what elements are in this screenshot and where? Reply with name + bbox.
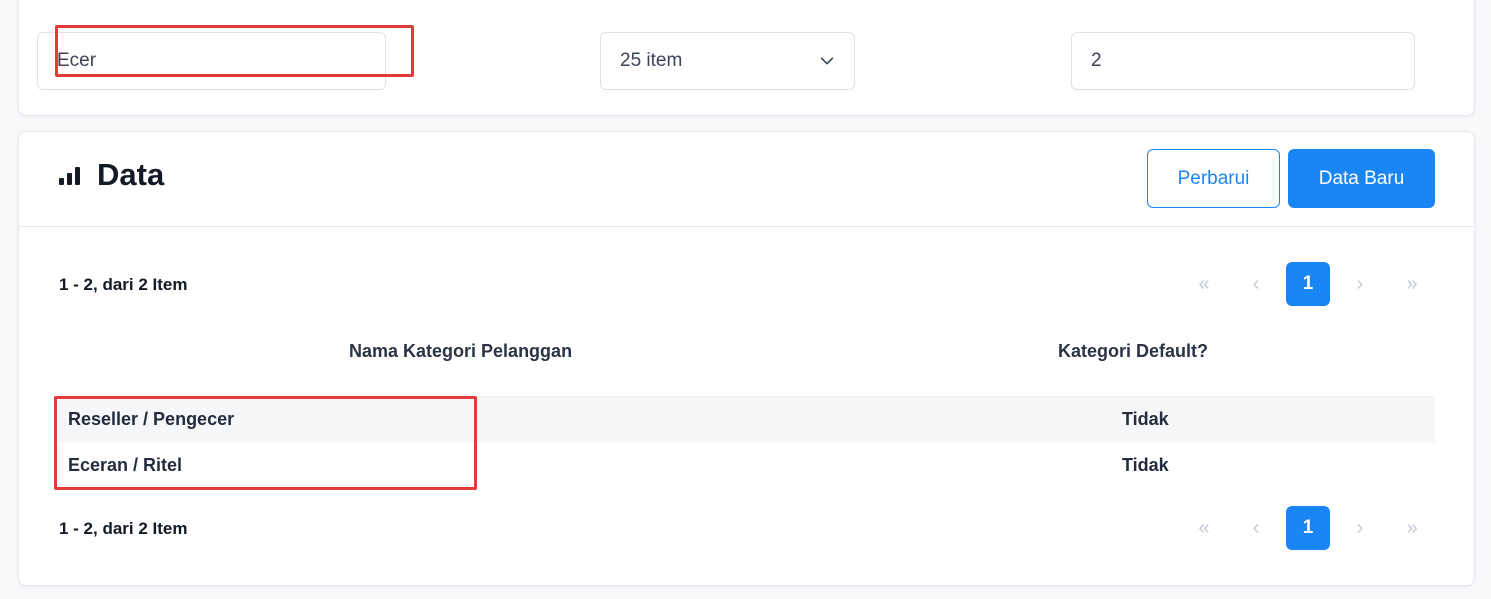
chevron-down-icon xyxy=(820,57,834,65)
data-title: Data xyxy=(97,157,165,192)
new-data-button[interactable]: Data Baru xyxy=(1288,149,1435,208)
next-page-button[interactable]: › xyxy=(1338,506,1382,550)
items-per-page-value: 25 item xyxy=(620,50,683,71)
data-title-group: Data xyxy=(59,157,164,193)
page-number-input[interactable]: 2 xyxy=(1071,32,1415,90)
last-page-button[interactable]: » xyxy=(1390,506,1434,550)
pagination-bottom: « ‹ 1 › » xyxy=(1182,506,1434,550)
bar-chart-icon xyxy=(59,165,83,185)
prev-page-button[interactable]: ‹ xyxy=(1234,506,1278,550)
data-card-header: Data Perbarui Data Baru xyxy=(19,132,1474,227)
table-row[interactable]: Reseller / Pengecer Tidak xyxy=(59,396,1435,442)
refresh-button[interactable]: Perbarui xyxy=(1147,149,1280,208)
item-summary-bottom: 1 - 2, dari 2 Item xyxy=(59,519,188,538)
table-row[interactable]: Eceran / Ritel Tidak xyxy=(59,442,1435,488)
cell-category-name: Eceran / Ritel xyxy=(68,454,183,475)
column-header-default[interactable]: Kategori Default? xyxy=(1058,341,1208,362)
next-page-button[interactable]: › xyxy=(1338,262,1382,306)
category-name-value: Ecer xyxy=(57,50,97,71)
first-page-button[interactable]: « xyxy=(1182,506,1226,550)
cell-category-name: Reseller / Pengecer xyxy=(68,409,235,429)
page-number-value: 2 xyxy=(1091,50,1102,71)
cell-default-flag: Tidak xyxy=(1122,409,1169,429)
current-page-button[interactable]: 1 xyxy=(1286,262,1330,306)
item-summary-top: 1 - 2, dari 2 Item xyxy=(59,275,188,294)
category-name-input[interactable]: Ecer xyxy=(37,32,386,90)
items-per-page-select[interactable]: 25 item xyxy=(600,32,855,90)
prev-page-button[interactable]: ‹ xyxy=(1234,262,1278,306)
cell-default-flag: Tidak xyxy=(1122,454,1169,475)
column-header-name[interactable]: Nama Kategori Pelanggan xyxy=(349,341,572,362)
data-card: Data Perbarui Data Baru 1 - 2, dari 2 It… xyxy=(18,131,1475,586)
last-page-button[interactable]: » xyxy=(1390,262,1434,306)
current-page-button[interactable]: 1 xyxy=(1286,506,1330,550)
first-page-button[interactable]: « xyxy=(1182,262,1226,306)
pagination-top: « ‹ 1 › » xyxy=(1182,262,1434,306)
